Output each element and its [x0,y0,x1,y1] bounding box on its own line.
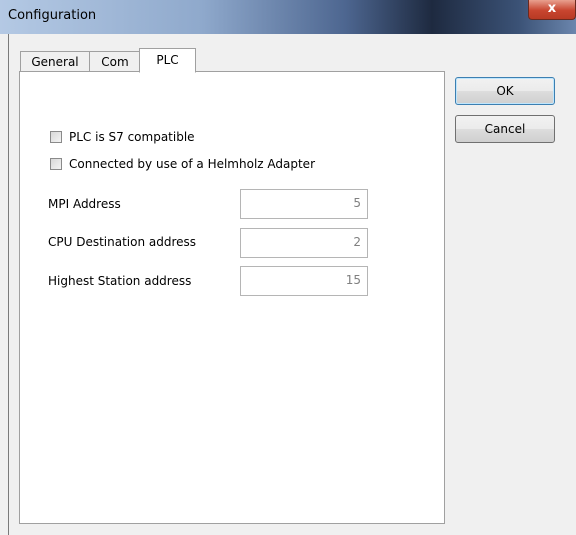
cpu-destination-field[interactable]: 2 [240,228,368,258]
tab-com[interactable]: Com [89,51,141,72]
tab-general[interactable]: General [20,51,90,72]
mpi-address-field[interactable]: 5 [240,189,368,219]
close-button[interactable]: x [528,0,576,20]
s7-compatible-label: PLC is S7 compatible [69,130,195,144]
cpu-destination-label: CPU Destination address [48,235,197,249]
cancel-button[interactable]: Cancel [455,115,555,143]
highest-station-label: Highest Station address [48,274,192,288]
mpi-address-label: MPI Address [48,197,121,211]
helmholz-adapter-option[interactable]: Connected by use of a Helmholz Adapter [50,156,315,172]
window-title: Configuration [8,8,97,23]
title-bar: Configuration x [0,0,576,34]
highest-station-field[interactable]: 15 [240,266,368,296]
close-icon: x [547,1,557,16]
tab-plc[interactable]: PLC [139,48,196,73]
dialog-client-area: General Com PLC PLC is S7 compatible Con… [8,34,576,535]
tab-label: PLC [156,53,179,67]
tab-label: Com [101,55,129,69]
plc-tab-panel: PLC is S7 compatible Connected by use of… [19,71,445,524]
helmholz-adapter-checkbox[interactable] [50,158,62,170]
ok-button[interactable]: OK [455,77,555,105]
helmholz-adapter-label: Connected by use of a Helmholz Adapter [69,157,315,171]
s7-compatible-checkbox[interactable] [50,131,62,143]
s7-compatible-option[interactable]: PLC is S7 compatible [50,129,195,145]
tab-label: General [31,55,79,69]
